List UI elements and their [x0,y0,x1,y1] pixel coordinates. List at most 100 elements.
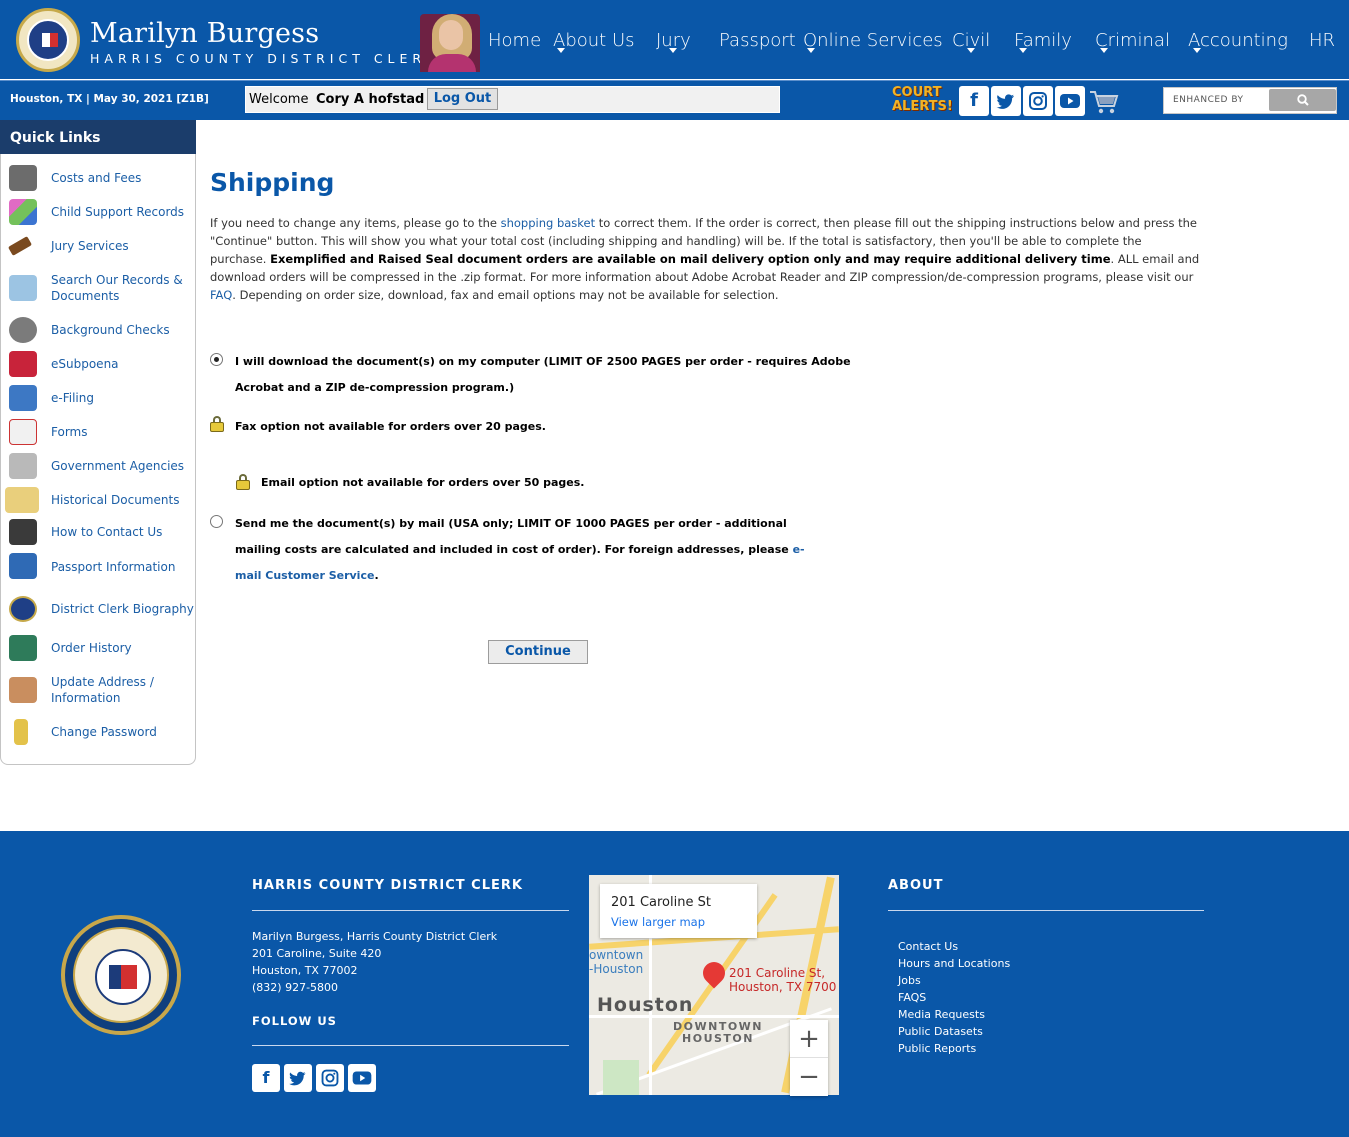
nav-accounting-label: Accounting [1188,30,1288,51]
cart-glyph [1090,91,1119,114]
sidebar-item-forms[interactable]: Forms [51,424,87,440]
nav-hr-label: HR [1309,30,1336,51]
footer-divider [252,1045,569,1046]
key-icon[interactable] [14,719,28,745]
subpoena-icon[interactable] [9,351,37,377]
map-card-address: 201 Caroline St [611,895,711,910]
quick-links-title: Quick Links [0,120,196,154]
youtube-icon[interactable] [1055,86,1085,116]
sidebar-item-esubpoena[interactable]: eSubpoena [51,356,119,372]
sidebar-item-jury-services[interactable]: Jury Services [51,238,129,254]
sidebar-item-district-clerk-biography[interactable]: District Clerk Biography [51,601,194,617]
court-alerts-link[interactable]: COURT ALERTS! [892,86,954,116]
fax-option-notice: Fax option not available for orders over… [235,420,546,433]
form-icon[interactable] [9,419,37,445]
sidebar-item-search-records[interactable]: Search Our Records & Documents [51,272,186,304]
nav-jury[interactable]: Jury [656,30,691,53]
continue-button[interactable]: Continue [488,640,588,664]
portrait-face [439,20,463,50]
footer-link-public-datasets[interactable]: Public Datasets [898,1023,983,1040]
sidebar-item-change-password[interactable]: Change Password [51,724,157,740]
lock-body [210,422,224,432]
map-zoom-out-button[interactable]: − [790,1058,828,1096]
magnifier-documents-icon[interactable] [9,275,37,301]
email-option-notice: Email option not available for orders ov… [261,476,585,489]
footer-address-line: Houston, TX 77002 [252,964,358,977]
book-icon[interactable] [9,635,37,661]
twitter-bird-glyph [996,94,1014,109]
instagram-glyph [1029,92,1047,110]
nav-about-us-label: About Us [553,30,635,51]
telephone-icon[interactable] [9,519,37,545]
view-larger-map-link[interactable]: View larger map [611,915,705,929]
nav-criminal[interactable]: Criminal [1095,30,1170,53]
laptop-icon[interactable] [9,385,37,411]
follow-us-heading: FOLLOW US [252,1014,337,1028]
shipping-instructions: If you need to change any items, please … [210,214,1200,304]
sidebar-item-update-address[interactable]: Update Address / Information [51,674,171,706]
intro-bold-notice: Exemplified and Raised Seal document ord… [270,252,1111,266]
sidebar-item-order-history[interactable]: Order History [51,640,132,656]
footer-link-jobs[interactable]: Jobs [898,972,921,989]
nav-home[interactable]: Home [488,30,541,51]
facebook-icon[interactable]: f [252,1064,280,1092]
clerk-portrait-image [420,14,480,72]
footer-link-contact-us[interactable]: Contact Us [898,938,958,955]
search-button[interactable] [1269,89,1336,111]
nav-online-services[interactable]: Online Services [803,30,943,53]
lock-body [236,480,250,490]
intro-text-1: If you need to change any items, please … [210,216,501,230]
nav-family[interactable]: Family [1014,30,1072,53]
download-option-radio[interactable] [210,353,223,366]
brand-name[interactable]: Marilyn Burgess [90,18,319,49]
nav-accounting[interactable]: Accounting [1188,30,1288,53]
nav-hr[interactable]: HR [1309,30,1335,51]
twitter-icon[interactable] [991,86,1021,116]
sidebar-item-costs-and-fees[interactable]: Costs and Fees [51,170,141,186]
seal-icon[interactable] [9,596,37,622]
site-header: Marilyn Burgess HARRIS COUNTY DISTRICT C… [0,0,1349,79]
fingerprint-icon[interactable] [9,317,37,343]
sidebar-item-how-to-contact-us[interactable]: How to Contact Us [51,524,162,540]
footer-link-hours-locations[interactable]: Hours and Locations [898,955,1010,972]
map-zoom-in-button[interactable]: + [790,1020,828,1058]
sidebar-item-e-filing[interactable]: e-Filing [51,390,94,406]
logout-button[interactable]: Log Out [427,88,498,110]
shopping-basket-link[interactable]: shopping basket [501,216,596,230]
youtube-icon[interactable] [348,1064,376,1092]
sidebar-item-government-agencies[interactable]: Government Agencies [51,458,184,474]
footer-link-faqs[interactable]: FAQS [898,989,926,1006]
sidebar-item-historical-documents[interactable]: Historical Documents [51,492,179,508]
map-poi-line: owntown [589,948,644,962]
open-book-icon[interactable] [5,487,39,513]
sidebar-item-child-support-records[interactable]: Child Support Records [51,204,184,220]
abc-blocks-icon[interactable] [9,199,37,225]
footer-link-media-requests[interactable]: Media Requests [898,1006,985,1023]
youtube-glyph [1060,94,1080,108]
instagram-icon[interactable] [316,1064,344,1092]
sidebar-item-background-checks[interactable]: Background Checks [51,322,170,338]
passport-icon[interactable] [9,553,37,579]
shopping-cart-icon[interactable] [1088,88,1120,116]
mail-option-radio[interactable] [210,515,223,528]
nav-about-us[interactable]: About Us [553,30,635,53]
government-building-icon[interactable] [9,453,37,479]
footer-seal-logo [61,915,181,1035]
faq-link[interactable]: FAQ [210,288,232,302]
calculator-icon[interactable] [9,165,37,191]
sidebar-item-passport-information[interactable]: Passport Information [51,559,175,575]
twitter-icon[interactable] [284,1064,312,1092]
nav-civil[interactable]: Civil [952,30,990,53]
search-branding-label: ENHANCED BY [1173,95,1244,105]
instagram-icon[interactable] [1023,86,1053,116]
brand-subtitle[interactable]: HARRIS COUNTY DISTRICT CLERK [90,51,439,66]
seal-flag-white [42,33,50,47]
chevron-down-icon [1019,48,1027,53]
district-clerk-seal-logo[interactable] [16,8,80,72]
nav-passport[interactable]: Passport [719,30,796,51]
footer-link-public-reports[interactable]: Public Reports [898,1040,976,1057]
person-card-icon[interactable] [9,677,37,703]
facebook-icon[interactable]: f [959,86,989,116]
welcome-label: Welcome [249,92,309,107]
about-heading: ABOUT [888,878,944,893]
